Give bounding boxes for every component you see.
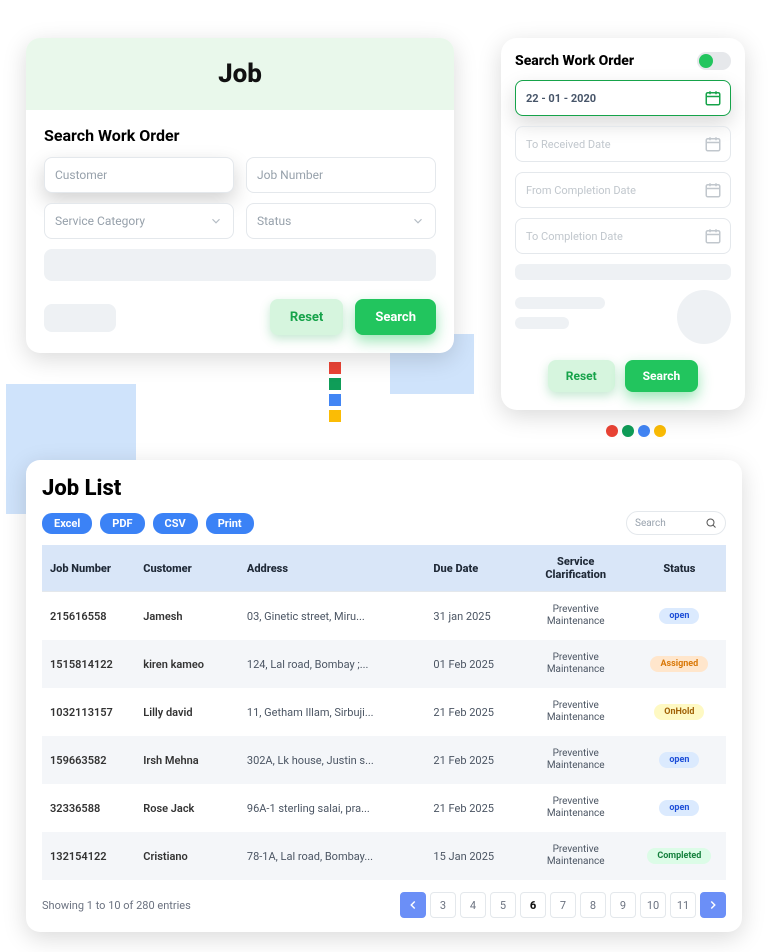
job-list-card: Job List Excel PDF CSV Print Search Job Num… (26, 460, 742, 932)
job-number-input[interactable]: Job Number (246, 157, 436, 193)
date-value: 22 - 01 - 2020 (526, 92, 596, 105)
status-select[interactable]: Status (246, 203, 436, 239)
from-received-date-input[interactable]: 22 - 01 - 2020 (515, 80, 731, 116)
job-card-title: Job (218, 59, 262, 89)
skeleton-bar (515, 264, 731, 280)
to-received-date-input[interactable]: To Received Date (515, 126, 731, 162)
calendar-icon (704, 89, 722, 107)
status-badge: open (659, 608, 699, 624)
status-badge: Completed (647, 848, 711, 864)
customer-placeholder: Customer (55, 168, 107, 182)
color-beads-vertical (329, 362, 341, 422)
table-header: Address (239, 545, 426, 592)
search-button[interactable]: Search (355, 299, 436, 335)
pager-page-5[interactable]: 5 (490, 892, 516, 918)
job-number-placeholder: Job Number (257, 168, 323, 182)
field-placeholder: To Completion Date (526, 230, 623, 243)
chevron-down-icon (411, 214, 425, 228)
search-placeholder: Search (635, 518, 666, 529)
pager-page-6[interactable]: 6 (520, 892, 546, 918)
pager-page-11[interactable]: 11 (670, 892, 696, 918)
job-card-subtitle: Search Work Order (44, 126, 436, 145)
field-placeholder: From Completion Date (526, 184, 636, 197)
calendar-icon (704, 181, 722, 199)
skeleton-bar (44, 249, 436, 281)
table-search-input[interactable]: Search (626, 511, 726, 535)
chevron-down-icon (209, 214, 223, 228)
table-header: Customer (135, 545, 239, 592)
to-completion-date-input[interactable]: To Completion Date (515, 218, 731, 254)
job-card-header: Job (26, 38, 454, 110)
calendar-icon (704, 227, 722, 245)
job-list-title: Job List (42, 476, 726, 501)
service-category-select[interactable]: Service Category (44, 203, 234, 239)
pager-page-4[interactable]: 4 (460, 892, 486, 918)
table-row[interactable]: 132154122Cristiano78-1A, Lal road, Bomba… (42, 832, 726, 880)
pager-page-3[interactable]: 3 (430, 892, 456, 918)
export-csv-button[interactable]: CSV (153, 513, 198, 534)
table-entries-info: Showing 1 to 10 of 280 entries (42, 899, 191, 912)
from-completion-date-input[interactable]: From Completion Date (515, 172, 731, 208)
status-placeholder: Status (257, 214, 291, 228)
status-badge: open (659, 800, 699, 816)
table-row[interactable]: 1515814122kiren kameo124, Lal road, Bomb… (42, 640, 726, 688)
pager-page-10[interactable]: 10 (640, 892, 666, 918)
skeleton-bar (515, 297, 605, 309)
table-header: Service Clarification (519, 545, 633, 592)
customer-input[interactable]: Customer (44, 157, 234, 193)
pager-next-button[interactable] (700, 892, 726, 918)
export-pdf-button[interactable]: PDF (100, 513, 144, 534)
table-row[interactable]: 215616558Jamesh03, Ginetic street, Miru.… (42, 592, 726, 641)
reset-button[interactable]: Reset (548, 360, 615, 392)
swo-toggle[interactable] (697, 52, 731, 70)
skeleton-avatar (677, 290, 731, 344)
reset-button[interactable]: Reset (270, 299, 343, 335)
job-table: Job NumberCustomerAddressDue DateService… (42, 545, 726, 880)
pager-page-7[interactable]: 7 (550, 892, 576, 918)
swo-title: Search Work Order (515, 53, 634, 69)
export-buttons: Excel PDF CSV Print (42, 513, 254, 534)
search-icon (705, 517, 717, 529)
search-button[interactable]: Search (625, 360, 699, 392)
table-row[interactable]: 32336588Rose Jack96A-1 sterling salai, p… (42, 784, 726, 832)
job-search-card: Job Search Work Order Customer Job Numbe… (26, 38, 454, 353)
search-work-order-card: Search Work Order 22 - 01 - 2020 To Rece… (501, 38, 745, 410)
pager-page-9[interactable]: 9 (610, 892, 636, 918)
color-beads-horizontal (606, 425, 666, 437)
pager-prev-button[interactable] (400, 892, 426, 918)
status-badge: open (659, 752, 699, 768)
export-print-button[interactable]: Print (206, 513, 254, 534)
field-placeholder: To Received Date (526, 138, 611, 151)
table-row[interactable]: 1032113157Lilly david11, Getham Illam, S… (42, 688, 726, 736)
table-row[interactable]: 159663582Irsh Mehna302A, Lk house, Justi… (42, 736, 726, 784)
table-header: Job Number (42, 545, 135, 592)
pager-page-8[interactable]: 8 (580, 892, 606, 918)
calendar-icon (704, 135, 722, 153)
status-badge: Assigned (650, 656, 708, 672)
pagination: 34567891011 (400, 892, 726, 918)
skeleton-bar (44, 304, 116, 332)
table-header: Due Date (425, 545, 518, 592)
export-excel-button[interactable]: Excel (42, 513, 92, 534)
status-badge: OnHold (654, 704, 704, 720)
table-header: Status (633, 545, 726, 592)
service-category-placeholder: Service Category (55, 214, 145, 228)
skeleton-bar (515, 317, 569, 329)
